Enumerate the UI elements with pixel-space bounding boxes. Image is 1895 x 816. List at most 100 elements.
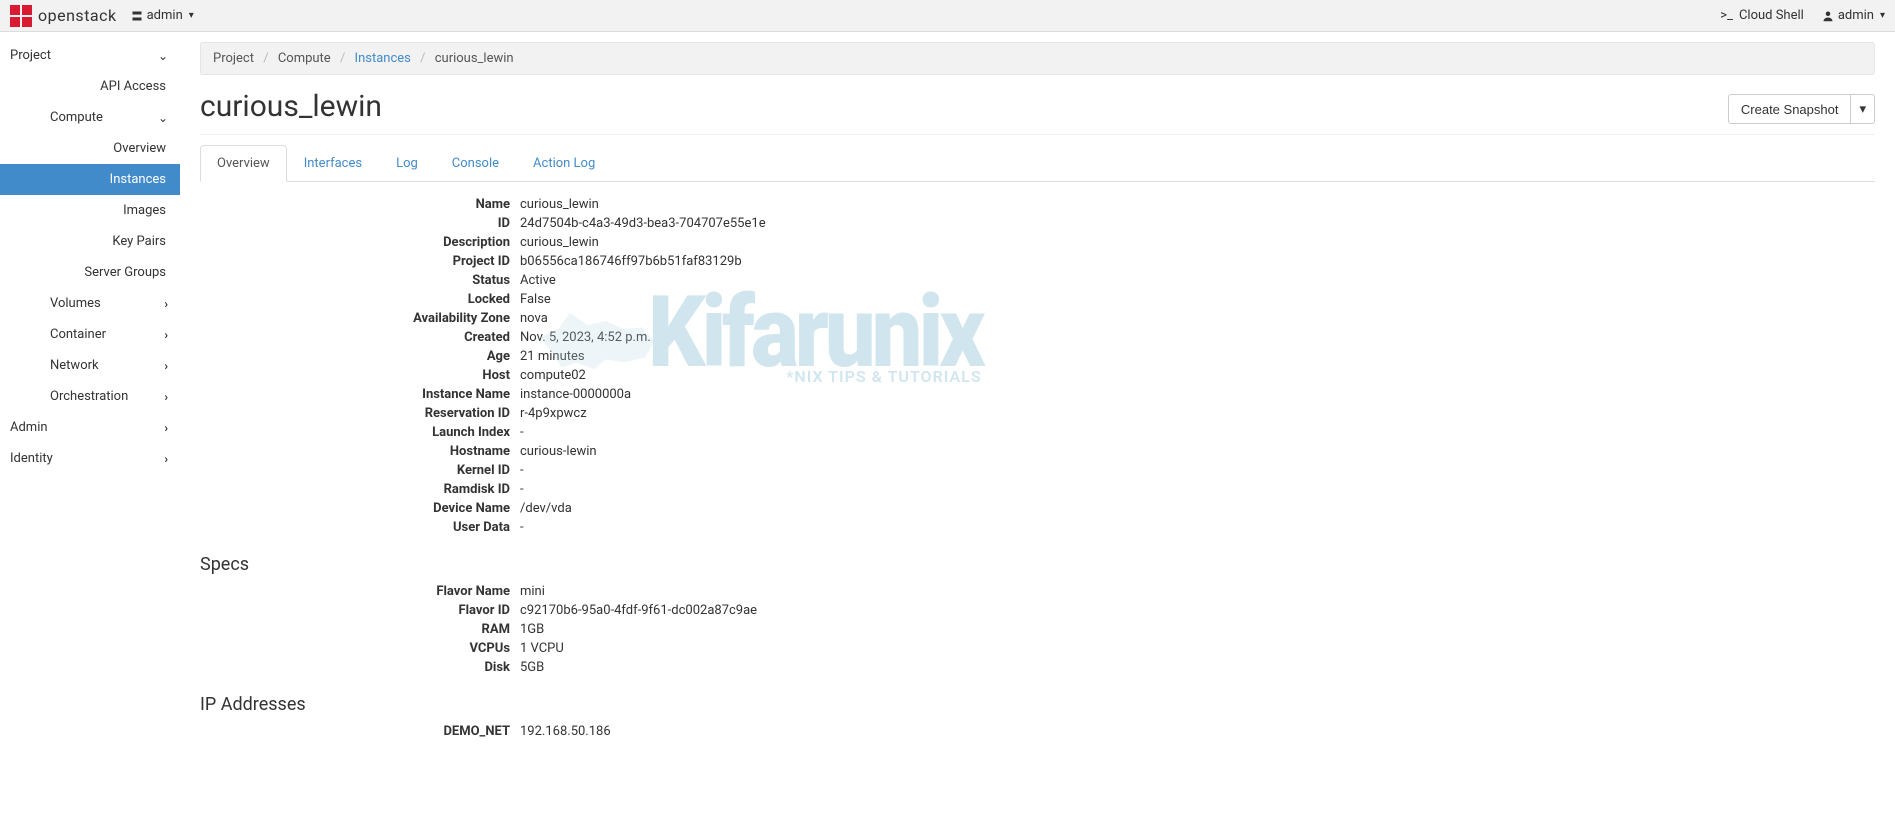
tabs: Overview Interfaces Log Console Action L… [200, 145, 1875, 182]
chevron-right-icon [164, 452, 168, 466]
label-user-data: User Data [200, 519, 520, 536]
caret-down-icon: ▾ [189, 10, 194, 21]
user-icon [1822, 10, 1834, 22]
bc-separator: / [414, 51, 431, 66]
nav-compute[interactable]: Compute [0, 102, 180, 133]
label-vcpus: VCPUs [200, 640, 520, 657]
create-snapshot-button[interactable]: Create Snapshot [1728, 94, 1852, 124]
value-description: curious_lewin [520, 234, 1875, 251]
tab-action-log[interactable]: Action Log [516, 145, 612, 182]
openstack-logo-icon [10, 5, 32, 27]
tab-log[interactable]: Log [379, 145, 435, 182]
nav-api-access[interactable]: API Access [0, 71, 180, 102]
value-flavor-name: mini [520, 583, 1875, 600]
value-ram: 1GB [520, 621, 1875, 638]
prompt-icon: >_ [1720, 8, 1733, 23]
nav-label: Network [50, 358, 99, 373]
nav-instances[interactable]: Instances [0, 164, 180, 195]
label-az: Availability Zone [200, 310, 520, 327]
nav-container[interactable]: Container [0, 319, 180, 350]
section-specs: Specs [200, 536, 1875, 583]
chevron-down-icon [158, 49, 168, 63]
action-dropdown-button[interactable]: ▾ [1851, 94, 1875, 124]
label-device-name: Device Name [200, 500, 520, 517]
value-launch-index: - [520, 424, 1875, 441]
value-demo-net: 192.168.50.186 [520, 723, 1875, 740]
topbar: openstack admin ▾ >_ Cloud Shell admin ▾ [0, 0, 1895, 32]
breadcrumb: Project / Compute / Instances / curious_… [200, 42, 1875, 75]
label-flavor-name: Flavor Name [200, 583, 520, 600]
value-locked: False [520, 291, 1875, 308]
bc-compute[interactable]: Compute [278, 51, 331, 66]
nav-admin[interactable]: Admin [0, 412, 180, 443]
nav-server-groups[interactable]: Server Groups [0, 257, 180, 288]
page-header: curious_lewin Create Snapshot ▾ [200, 75, 1875, 135]
context-text: admin [147, 8, 183, 23]
bc-current: curious_lewin [435, 51, 514, 66]
nav-label: Project [10, 48, 51, 63]
user-menu[interactable]: admin ▾ [1822, 8, 1885, 23]
nav-project[interactable]: Project [0, 40, 180, 71]
brand-text: openstack [38, 6, 117, 25]
label-kernel-id: Kernel ID [200, 462, 520, 479]
tab-console[interactable]: Console [435, 145, 516, 182]
value-flavor-id: c92170b6-95a0-4fdf-9f61-dc002a87c9ae [520, 602, 1875, 619]
bc-instances[interactable]: Instances [355, 51, 411, 66]
label-disk: Disk [200, 659, 520, 676]
value-created: Nov. 5, 2023, 4:52 p.m. [520, 329, 1875, 346]
bc-separator: / [257, 51, 274, 66]
nav-identity[interactable]: Identity [0, 443, 180, 474]
page-title: curious_lewin [200, 89, 382, 124]
label-project-id: Project ID [200, 253, 520, 270]
nav-images[interactable]: Images [0, 195, 180, 226]
action-button-group: Create Snapshot ▾ [1728, 94, 1875, 124]
label-ram: RAM [200, 621, 520, 638]
nav-keypairs[interactable]: Key Pairs [0, 226, 180, 257]
project-selector[interactable]: admin ▾ [131, 8, 194, 23]
logo[interactable]: openstack [10, 5, 117, 27]
overview-details: Namecurious_lewin ID24d7504b-c4a3-49d3-b… [200, 182, 1875, 740]
value-kernel-id: - [520, 462, 1875, 479]
cloud-shell-label: Cloud Shell [1739, 8, 1804, 23]
user-label: admin [1838, 8, 1874, 23]
value-vcpus: 1 VCPU [520, 640, 1875, 657]
topbar-left: openstack admin ▾ [10, 5, 194, 27]
value-ramdisk-id: - [520, 481, 1875, 498]
value-az: nova [520, 310, 1875, 327]
nav-network[interactable]: Network [0, 350, 180, 381]
label-demo-net: DEMO_NET [200, 723, 520, 740]
cloud-shell-button[interactable]: >_ Cloud Shell [1720, 8, 1804, 23]
chevron-right-icon [164, 328, 168, 342]
chevron-right-icon [164, 390, 168, 404]
label-flavor-id: Flavor ID [200, 602, 520, 619]
value-disk: 5GB [520, 659, 1875, 676]
bc-project[interactable]: Project [213, 51, 254, 66]
value-reservation-id: r-4p9xpwcz [520, 405, 1875, 422]
tab-overview[interactable]: Overview [200, 145, 287, 182]
caret-down-icon: ▾ [1880, 10, 1885, 21]
chevron-right-icon [164, 421, 168, 435]
nav-label: Identity [10, 451, 53, 466]
nav-label: Orchestration [50, 389, 128, 404]
label-host: Host [200, 367, 520, 384]
nav-overview[interactable]: Overview [0, 133, 180, 164]
topbar-right: >_ Cloud Shell admin ▾ [1720, 8, 1885, 23]
bc-separator: / [334, 51, 351, 66]
nav-volumes[interactable]: Volumes [0, 288, 180, 319]
nav-label: Container [50, 327, 106, 342]
chevron-right-icon [164, 297, 168, 311]
label-launch-index: Launch Index [200, 424, 520, 441]
value-id: 24d7504b-c4a3-49d3-bea3-704707e55e1e [520, 215, 1875, 232]
value-status: Active [520, 272, 1875, 289]
label-hostname: Hostname [200, 443, 520, 460]
value-age: 21 minutes [520, 348, 1875, 365]
tab-interfaces[interactable]: Interfaces [287, 145, 379, 182]
value-user-data: - [520, 519, 1875, 536]
nav-orchestration[interactable]: Orchestration [0, 381, 180, 412]
value-name: curious_lewin [520, 196, 1875, 213]
server-icon [131, 10, 143, 22]
label-reservation-id: Reservation ID [200, 405, 520, 422]
label-age: Age [200, 348, 520, 365]
chevron-down-icon [158, 111, 168, 125]
value-project-id: b06556ca186746ff97b6b51faf83129b [520, 253, 1875, 270]
